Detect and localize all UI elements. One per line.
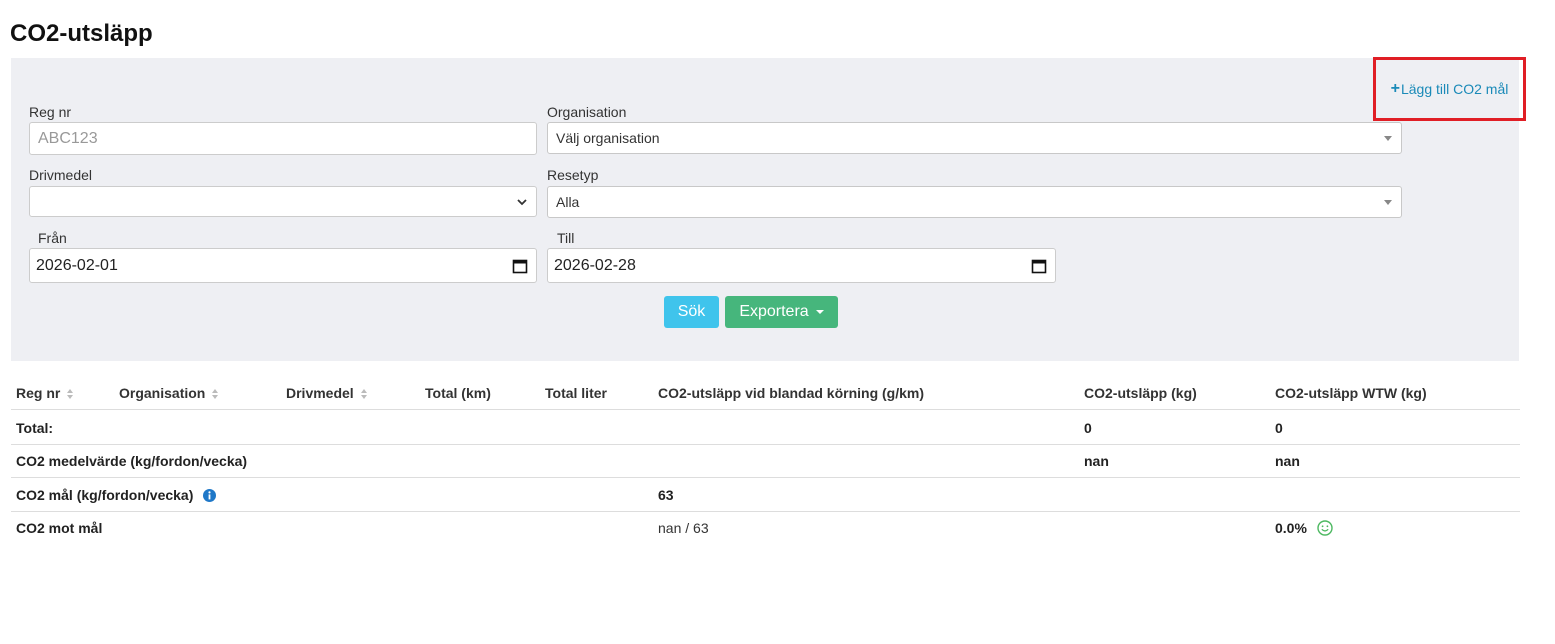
row-total-co2-wtw: 0 [1275,420,1283,436]
row-vs-goal-percent: 0.0% [1275,520,1333,536]
row-vs-goal-percent-value: 0.0% [1275,520,1307,536]
row-goal-label: CO2 mål (kg/fordon/vecka) [16,487,194,503]
reg-nr-input[interactable] [36,128,530,149]
column-header-co2-wtw: CO2-utsläpp WTW (kg) [1275,385,1427,401]
dropdown-caret-icon [1384,200,1392,205]
fran-date-input[interactable]: 2026-02-01 [29,248,537,283]
reg-nr-label: Reg nr [29,104,72,120]
info-icon[interactable] [203,489,217,502]
till-label: Till [557,230,575,246]
reg-nr-field[interactable] [29,122,537,155]
column-header-co2-kg: CO2-utsläpp (kg) [1084,385,1197,401]
search-button[interactable]: Sök [664,296,719,328]
fran-label: Från [38,230,67,246]
sort-icon [360,389,367,400]
table-divider [11,477,1520,478]
add-co2-goal-link[interactable]: + Lägg till CO2 mål [1373,57,1526,121]
row-goal: CO2 mål (kg/fordon/vecka) [16,487,217,503]
sort-icon [67,389,74,400]
calendar-icon[interactable] [1031,258,1047,274]
dropdown-caret-icon [1384,136,1392,141]
page-title: CO2-utsläpp [10,20,153,47]
drivmedel-select[interactable] [29,186,537,217]
till-date-value: 2026-02-28 [554,256,636,274]
calendar-icon[interactable] [512,258,528,274]
fran-date-value: 2026-02-01 [36,256,118,274]
resetyp-select-value: Alla [556,194,580,210]
column-header-drivmedel[interactable]: Drivmedel [286,385,368,401]
export-button[interactable]: Exportera [725,296,838,328]
organisation-label: Organisation [547,104,627,120]
column-header-reg-nr[interactable]: Reg nr [16,385,74,401]
row-vs-goal-ratio: nan / 63 [658,520,709,536]
row-goal-value: 63 [658,487,674,503]
table-divider [11,444,1520,445]
column-header-total-km: Total (km) [425,385,491,401]
row-total-label: Total: [16,420,54,436]
export-button-label: Exportera [739,303,809,320]
drivmedel-label: Drivmedel [29,167,93,183]
add-co2-goal-label: Lägg till CO2 mål [1400,81,1509,97]
row-vs-goal-label: CO2 mot mål [16,520,103,536]
organisation-select-value: Välj organisation [556,130,660,146]
plus-icon: + [1390,80,1400,97]
column-header-organisation[interactable]: Organisation [119,385,219,401]
column-header-total-liter: Total liter [545,385,607,401]
caret-down-icon [815,310,824,314]
till-date-input[interactable]: 2026-02-28 [547,248,1056,283]
resetyp-label: Resetyp [547,167,599,183]
row-average-co2-wtw: nan [1275,453,1300,469]
row-average-label: CO2 medelvärde (kg/fordon/vecka) [16,453,248,469]
organisation-select[interactable]: Välj organisation [547,122,1402,154]
table-divider [11,409,1520,410]
table-divider [11,511,1520,512]
chevron-down-icon [517,199,527,206]
row-average-co2-kg: nan [1084,453,1109,469]
smile-icon [1317,520,1333,536]
row-total-co2-kg: 0 [1084,420,1092,436]
column-header-co2-mixed: CO2-utsläpp vid blandad körning (g/km) [658,385,925,401]
resetyp-select[interactable]: Alla [547,186,1402,218]
sort-icon [212,389,219,400]
